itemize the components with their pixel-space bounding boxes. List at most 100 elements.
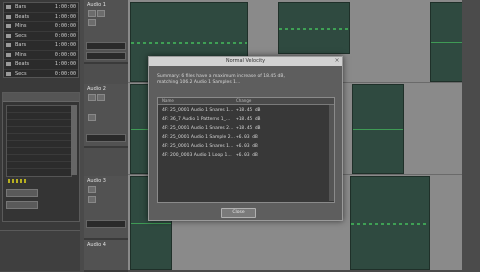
track-header[interactable]: Audio 4 xyxy=(84,240,128,272)
inspector-list[interactable] xyxy=(6,105,72,177)
list-item[interactable]: Secs 0:00:00 xyxy=(4,32,78,41)
item-name: 4F: 36_7 Audio 1 Patterns 1_... xyxy=(162,117,231,122)
waveform xyxy=(279,28,349,30)
clock-icon xyxy=(6,14,11,19)
track-header[interactable]: Audio 2 xyxy=(84,84,128,148)
column-header-change[interactable]: Change xyxy=(236,98,251,104)
list-item[interactable]: Bars 1:00:00 xyxy=(4,41,78,51)
list-item[interactable]: 4F: 25_0001 Audio 1 Snares 1... +18.45 dB xyxy=(158,107,334,115)
inspector-panel xyxy=(2,92,80,222)
scrollbar[interactable] xyxy=(71,105,77,175)
panel-button[interactable] xyxy=(6,189,38,197)
list-item[interactable] xyxy=(7,155,71,162)
results-list[interactable]: Name Change 4F: 25_0001 Audio 1 Snares 1… xyxy=(157,97,335,203)
list-header: Name Change xyxy=(158,98,334,105)
waveform xyxy=(351,223,429,225)
volume-slider[interactable] xyxy=(86,134,126,142)
solo-button[interactable] xyxy=(88,196,96,203)
track-header[interactable]: Audio 3 xyxy=(84,176,128,240)
bottom-tabs[interactable] xyxy=(0,230,80,271)
clock-icon xyxy=(6,52,11,57)
list-item[interactable] xyxy=(7,162,71,169)
waveform xyxy=(353,129,403,130)
track-name: Audio 4 xyxy=(87,242,106,248)
item-name: 4F: 25_0001 Audio 1 Sample 2... xyxy=(162,135,235,140)
list-item[interactable]: Bars 1:00:00 xyxy=(4,3,78,13)
stat-label: Secs xyxy=(15,32,27,39)
stat-value: 1:00:00 xyxy=(54,61,76,67)
clock-icon xyxy=(6,33,11,38)
list-item[interactable]: Secs 0:00:00 xyxy=(4,70,78,79)
item-name: 4F: 25_0001 Audio 1 Snares 1... xyxy=(162,144,234,149)
list-item[interactable] xyxy=(7,106,71,113)
list-item[interactable]: 4F: 36_7 Audio 1 Patterns 1_... +18.45 dB xyxy=(158,116,334,124)
list-item[interactable]: 4F: 25_0001 Audio 1 Sample 2... +6.03 dB xyxy=(158,134,334,142)
stat-value: 0:00:00 xyxy=(54,23,76,29)
list-item[interactable]: 4F: 25_0001 Audio 1 Snares 2... +18.45 dB xyxy=(158,125,334,133)
list-item[interactable]: Mins 0:00:00 xyxy=(4,22,78,32)
normalize-dialog: Normal Velocity × Summary: 6 files have … xyxy=(148,56,343,221)
dialog-message: Summary: 6 files have a maximum increase… xyxy=(157,74,337,86)
volume-slider[interactable] xyxy=(86,42,126,50)
list-item[interactable]: 4F: 200_0003 Audio 1 Loop 1... +6.03 dB xyxy=(158,152,334,160)
stat-label: Mins xyxy=(15,51,27,58)
clock-icon xyxy=(6,62,11,66)
audio-clip[interactable] xyxy=(430,2,464,82)
item-name: 4F: 200_0003 Audio 1 Loop 1... xyxy=(162,153,232,158)
list-item[interactable] xyxy=(7,141,71,148)
inspector-header[interactable] xyxy=(3,93,79,102)
close-icon[interactable]: × xyxy=(334,58,340,64)
time-display-list: Bars 1:00:00 Beats 1:00:00 Mins 0:00:00 Sec… xyxy=(3,2,79,79)
list-item[interactable]: Mins 0:00:00 xyxy=(4,51,78,60)
list-item[interactable]: 4F: 25_0001 Audio 1 Snares 1... +6.03 dB xyxy=(158,143,334,151)
stat-label: Bars xyxy=(15,42,27,48)
list-item[interactable]: Beats 1:00:00 xyxy=(4,13,78,22)
stat-value: 0:00:00 xyxy=(54,51,76,58)
waveform xyxy=(131,42,247,44)
list-item[interactable] xyxy=(7,113,71,120)
scrollbar[interactable] xyxy=(329,105,334,201)
solo-button[interactable] xyxy=(97,94,105,101)
waveform xyxy=(431,42,463,43)
stat-label: Beats xyxy=(15,61,30,67)
item-change: +18.45 dB xyxy=(236,108,261,113)
left-panel: Bars 1:00:00 Beats 1:00:00 Mins 0:00:00 Sec… xyxy=(0,0,80,271)
track-name: Audio 3 xyxy=(87,178,106,184)
volume-slider[interactable] xyxy=(86,220,126,228)
item-change: +6.03 dB xyxy=(236,135,258,140)
list-item[interactable] xyxy=(7,120,71,127)
clock-icon xyxy=(6,71,11,76)
track-header[interactable]: Audio 1 xyxy=(84,0,128,64)
list-item[interactable] xyxy=(7,134,71,141)
column-header-name[interactable]: Name xyxy=(162,98,174,104)
clock-icon xyxy=(6,5,11,9)
vertical-scrollbar[interactable] xyxy=(462,0,480,270)
close-button[interactable]: Close xyxy=(221,208,256,218)
stat-value: 1:00:00 xyxy=(54,42,76,48)
mute-button[interactable] xyxy=(88,186,96,193)
list-item[interactable]: Beats 1:00:00 xyxy=(4,60,78,70)
record-button[interactable] xyxy=(88,114,96,121)
list-item[interactable] xyxy=(7,127,71,134)
mute-button[interactable] xyxy=(88,10,96,17)
mute-button[interactable] xyxy=(88,94,96,101)
dialog-title: Normal Velocity xyxy=(149,57,342,66)
track-name: Audio 2 xyxy=(87,86,106,92)
item-name: 4F: 25_0001 Audio 1 Snares 1... xyxy=(162,108,234,113)
stat-label: Secs xyxy=(15,70,27,77)
pan-slider[interactable] xyxy=(86,52,126,60)
track-headers: Audio 1 Audio 2 Audio 3 Audio 4 xyxy=(84,0,128,272)
audio-clip[interactable] xyxy=(278,2,350,54)
record-button[interactable] xyxy=(88,19,96,26)
waveform xyxy=(131,223,171,224)
audio-clip[interactable] xyxy=(352,84,404,174)
audio-clip[interactable] xyxy=(350,176,430,270)
list-item[interactable] xyxy=(7,148,71,155)
level-indicator xyxy=(8,179,26,183)
item-change: +6.03 dB xyxy=(236,153,258,158)
panel-button[interactable] xyxy=(6,201,38,209)
solo-button[interactable] xyxy=(97,10,105,17)
clock-icon xyxy=(6,43,11,47)
item-change: +18.45 dB xyxy=(236,126,261,131)
stat-label: Beats xyxy=(15,13,30,20)
